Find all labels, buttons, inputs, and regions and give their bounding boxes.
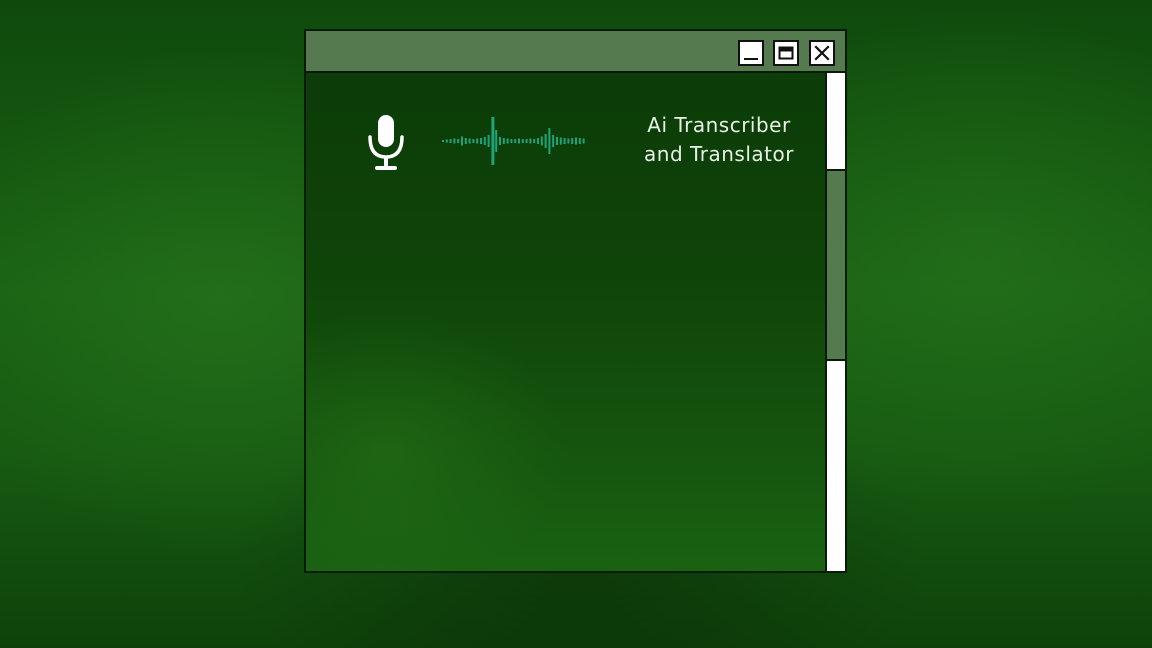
app-window: Ai Transcriber and Translator: [304, 29, 847, 573]
waveform-bar: [506, 138, 509, 144]
waveform-bar: [502, 138, 505, 144]
waveform-bar: [559, 137, 562, 145]
waveform-bar: [449, 139, 452, 143]
waveform-bar: [567, 138, 570, 144]
waveform-bar: [563, 138, 566, 144]
waveform-bar: [556, 137, 558, 145]
waveform-bar: [575, 137, 577, 145]
waveform-bar: [582, 138, 585, 144]
scrollbar-thumb[interactable]: [827, 169, 845, 361]
title-bar[interactable]: [306, 31, 845, 73]
microphone-icon[interactable]: [364, 113, 408, 173]
waveform-bar: [476, 138, 479, 144]
waveform-bar: [468, 138, 471, 144]
waveform-bar: [540, 136, 543, 146]
waveform-bar: [495, 130, 498, 152]
waveform-bar: [544, 134, 547, 148]
waveform-bar: [499, 137, 501, 145]
waveform-bar: [537, 138, 539, 144]
waveform-bar: [461, 136, 463, 146]
waveform-bar: [480, 138, 482, 144]
waveform-bar: [491, 117, 495, 165]
waveform-bar: [442, 140, 444, 142]
app-title-line1: Ai Transcriber: [647, 113, 791, 137]
waveform-bar: [510, 139, 513, 143]
waveform-bar: [472, 139, 475, 143]
close-icon: [814, 45, 830, 61]
waveform-bar: [525, 139, 528, 143]
audio-waveform-icon: [442, 117, 585, 165]
waveform-bar: [514, 139, 517, 143]
waveform-bar: [552, 135, 555, 147]
maximize-icon: [778, 46, 794, 60]
waveform-bar: [518, 138, 520, 144]
waveform-bar: [578, 138, 581, 144]
app-title-line2: and Translator: [644, 142, 794, 166]
close-button[interactable]: [809, 40, 835, 66]
minimize-button[interactable]: [738, 40, 764, 66]
waveform-bar: [483, 137, 486, 145]
vertical-scrollbar[interactable]: [825, 73, 845, 571]
waveform-bar: [529, 138, 532, 144]
waveform-bar: [464, 138, 467, 144]
waveform-bar: [445, 139, 448, 143]
waveform-bar: [457, 139, 460, 143]
waveform-bar: [521, 139, 524, 143]
waveform-bar: [453, 138, 456, 144]
app-title: Ai Transcriber and Translator: [624, 111, 814, 169]
waveform-bar: [548, 128, 551, 154]
maximize-button[interactable]: [773, 40, 799, 66]
minimize-icon: [744, 58, 758, 60]
waveform-bar: [571, 138, 574, 144]
waveform-bar: [533, 139, 536, 143]
waveform-bar: [487, 135, 490, 147]
